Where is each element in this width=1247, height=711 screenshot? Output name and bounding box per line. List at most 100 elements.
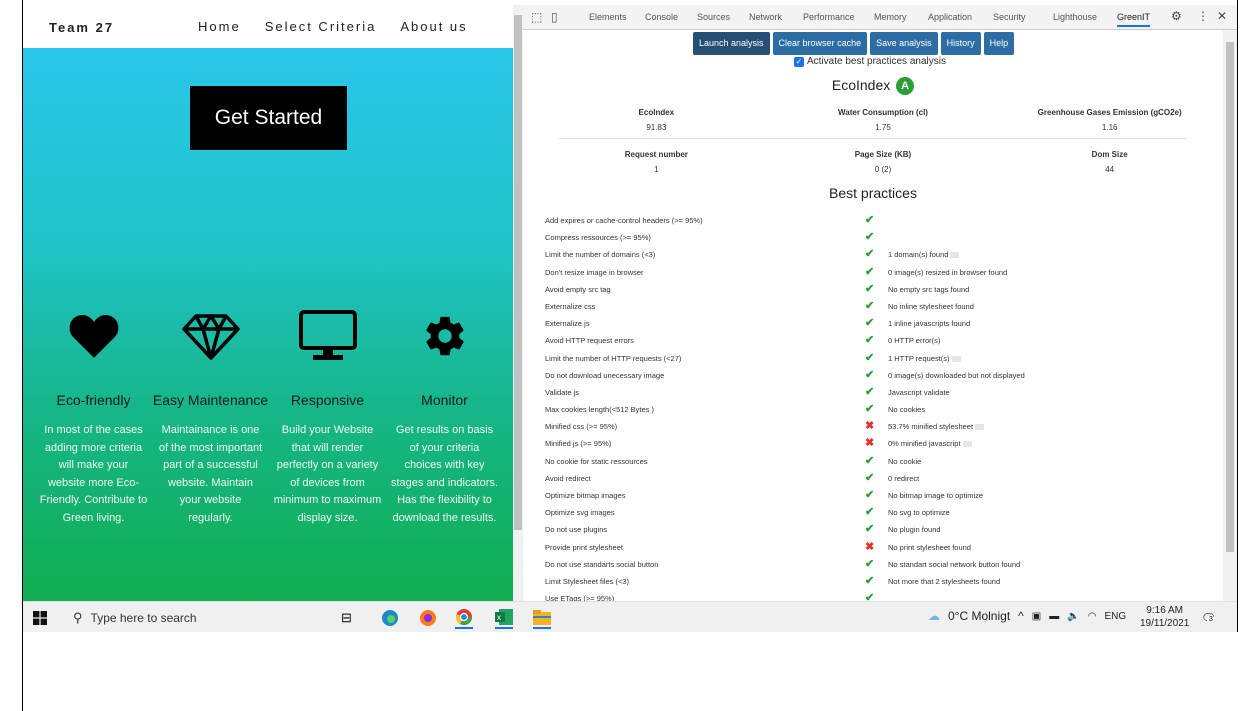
rule-row: Provide print stylesheet ✖ No print styles… — [545, 539, 1205, 556]
tab-performance[interactable]: Performance — [803, 12, 855, 22]
nav-about-us[interactable]: About us — [400, 19, 467, 34]
rule-row: No cookie for static ressources ✔ No cooki… — [545, 453, 1205, 470]
devtools-scrollbar[interactable] — [1223, 30, 1237, 601]
details-expand-button[interactable] — [950, 252, 960, 259]
rule-name: Use ETags (>= 95%) — [545, 594, 615, 601]
rule-row: Use ETags (>= 95%) ✔ — [545, 590, 1205, 601]
clock-time: 9:16 AM — [1146, 605, 1183, 616]
rule-comment-text: No cookie — [888, 456, 922, 466]
rule-comment: Not more that 2 stylesheets found — [888, 577, 1000, 586]
tab-elements[interactable]: Elements — [589, 12, 627, 22]
feature-text: In most of the cases adding more criteri… — [39, 424, 148, 524]
clock-date: 19/11/2021 — [1140, 618, 1190, 629]
rule-comment: 1 HTTP request(s) — [888, 354, 961, 363]
cross-icon: ✖ — [865, 437, 875, 450]
tab-sources[interactable]: Sources — [697, 12, 730, 22]
rule-row: Avoid redirect ✔ 0 redirect — [545, 470, 1205, 487]
rule-name: Don't resize image in browser — [545, 267, 644, 277]
monitor-icon — [269, 306, 386, 366]
check-icon: ✔ — [865, 368, 875, 381]
ecoindex-title: EcoIndex — [831, 77, 891, 93]
tab-console[interactable]: Console — [645, 12, 678, 22]
meet-now-icon[interactable]: ▣ — [1032, 611, 1041, 622]
metric-label: Greenhouse Gases Emission (gCO2e) — [1037, 108, 1182, 117]
rule-comment-text: No svg to optimize — [888, 508, 950, 518]
metrics-row-2: Request number 1 Page Size (KB) 0 (2) Dom … — [543, 150, 1223, 174]
metric-value: 1.75 — [875, 123, 891, 132]
file-explorer-icon[interactable] — [533, 607, 551, 629]
nav-home[interactable]: Home — [198, 19, 241, 34]
devtools-scrollbar-thumb[interactable] — [1226, 42, 1234, 552]
tab-security[interactable]: Security — [993, 12, 1026, 22]
best-practices-list: Add expires or cache-control headers (>=… — [545, 212, 1205, 601]
tab-lighthouse[interactable]: Lighthouse — [1053, 12, 1097, 22]
history-button[interactable]: History — [940, 32, 981, 55]
volume-icon[interactable]: 🔈 — [1067, 611, 1079, 622]
metric-label: EcoIndex — [638, 108, 675, 117]
weather-icon[interactable]: ☁ — [928, 609, 940, 623]
gear-icon — [386, 306, 503, 366]
details-expand-button[interactable] — [962, 441, 972, 448]
tab-memory[interactable]: Memory — [874, 12, 907, 22]
device-toolbar-icon[interactable]: ▯ — [551, 10, 558, 24]
rule-name: Externalize css — [545, 301, 596, 311]
rule-comment-text: No cookies — [888, 405, 926, 415]
get-started-button[interactable]: Get Started — [190, 86, 347, 150]
site-scrollbar-thumb[interactable] — [514, 15, 522, 530]
more-options-icon[interactable]: ⋮ — [1197, 9, 1209, 23]
edge-browser-icon[interactable] — [381, 607, 399, 629]
save-analysis-button[interactable]: Save analysis — [870, 32, 938, 55]
rule-name: Optimize svg images — [545, 508, 615, 518]
details-expand-button[interactable] — [975, 424, 985, 431]
brand-logo[interactable]: Team 27 — [49, 20, 114, 35]
notification-center-icon[interactable]: 🗨3 — [1201, 607, 1216, 629]
nav-select-criteria[interactable]: Select Criteria — [265, 19, 377, 34]
windows-start-icon[interactable] — [33, 607, 47, 629]
close-icon[interactable]: ✕ — [1217, 9, 1227, 23]
feature-responsive: Responsive Build your Website that will … — [269, 306, 386, 527]
inspect-element-icon[interactable]: ⬚ — [531, 10, 542, 24]
check-icon: ✔ — [865, 403, 875, 416]
wifi-icon[interactable]: ◠ — [1088, 611, 1097, 622]
diamond-icon — [152, 306, 269, 366]
help-button[interactable]: Help — [983, 32, 1015, 55]
clock[interactable]: 9:16 AM 19/11/2021 — [1140, 604, 1189, 630]
features-row: Eco-friendly In most of the cases adding… — [35, 306, 505, 527]
firefox-icon[interactable] — [419, 607, 437, 629]
rule-comment-text: 0% minified javascript — [888, 439, 961, 449]
rule-comment: 1 domain(s) found — [888, 250, 960, 259]
rule-comment-text: No plugin found — [888, 525, 941, 535]
tab-network[interactable]: Network — [749, 12, 782, 22]
rule-comment-text: 53.7% minified stylesheet — [888, 422, 974, 432]
weather-text[interactable]: 0°C Molnigt — [948, 609, 1010, 623]
metric-value: 1.16 — [1101, 123, 1118, 132]
taskbar-search-input[interactable]: ⚲ Type here to search — [63, 604, 333, 632]
best-practices-toggle[interactable]: ✓ Activate best practices analysis — [794, 56, 946, 67]
screenshot-frame: Team 27 Home Select Criteria About us Ge… — [0, 0, 1247, 711]
battery-icon[interactable]: ▬ — [1049, 611, 1059, 622]
search-icon: ⚲ — [73, 610, 83, 625]
rule-name: Compress ressources (>= 95%) — [545, 233, 651, 243]
excel-icon[interactable]: x — [495, 607, 513, 629]
chevron-up-icon[interactable]: ^ — [1018, 609, 1024, 623]
language-indicator[interactable]: ENG — [1104, 611, 1126, 622]
rule-comment-text: 1 inline javascripts found — [888, 319, 971, 329]
rule-row: Do not download unecessary image ✔ 0 image… — [545, 367, 1205, 384]
tab-greenit[interactable]: GreenIT — [1117, 12, 1151, 27]
tab-application[interactable]: Application — [928, 12, 972, 22]
task-view-icon[interactable]: ⊟ — [341, 607, 352, 629]
clear-cache-button[interactable]: Clear browser cache — [772, 32, 868, 55]
chrome-icon[interactable] — [455, 607, 473, 629]
rule-name: Limit the number of HTTP requests (<27) — [545, 353, 682, 363]
nav-links: Home Select Criteria About us — [198, 19, 468, 34]
launch-analysis-button[interactable]: Launch analysis — [693, 32, 770, 55]
rule-comment-text: No empty src tags found — [888, 284, 970, 294]
rule-row: Avoid empty src tag ✔ No empty src tags fo… — [545, 281, 1205, 298]
rule-comment: No bitmap image to optimize — [888, 491, 983, 500]
checkbox-checked-icon[interactable]: ✓ — [794, 56, 804, 67]
check-icon: ✔ — [865, 506, 875, 519]
details-expand-button[interactable] — [951, 355, 961, 362]
feature-title: Eco-friendly — [56, 392, 131, 408]
site-scrollbar[interactable] — [513, 5, 523, 601]
settings-gear-icon[interactable]: ⚙ — [1171, 9, 1182, 23]
